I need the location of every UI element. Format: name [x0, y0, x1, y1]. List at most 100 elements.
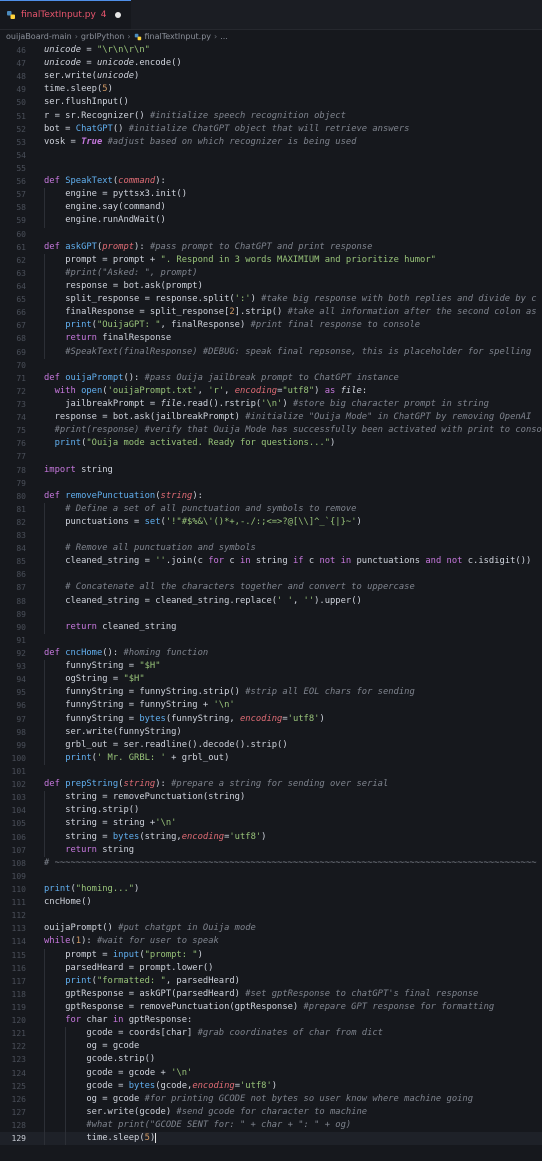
code-line[interactable]: 111 cncHome() — [0, 896, 542, 909]
code-token: ) — [319, 713, 325, 724]
code-line[interactable]: 58 engine.say(command) — [0, 201, 542, 215]
code-line[interactable]: 59 engine.runAndWait() — [0, 214, 542, 228]
code-line[interactable]: 100 print(' Mr. GRBL: ' + grbl_out) — [0, 751, 542, 766]
code-line[interactable]: 88 cleaned_string = cleaned_string.repla… — [0, 594, 542, 608]
code-line[interactable]: 46 unicode = "\r\n\r\n" — [0, 44, 542, 57]
code-line[interactable]: 66 finalResponse = split_response[2].str… — [0, 306, 542, 320]
code-line[interactable]: 122 og = gcode — [0, 1040, 542, 1054]
code-line[interactable]: 109 — [0, 870, 542, 883]
code-line[interactable]: 102 def prepString(string): #prepare a st… — [0, 778, 542, 791]
code-line[interactable]: 55 — [0, 162, 542, 175]
code-line[interactable]: 53 vosk = True #adjust based on which rec… — [0, 136, 542, 149]
code-line[interactable]: 95 funnyString = funnyString.strip() #st… — [0, 686, 542, 700]
line-number: 104 — [11, 806, 26, 816]
code-line[interactable]: 50 ser.flushInput() — [0, 96, 542, 109]
code-line[interactable]: 81 # Define a set of all punctuation and… — [0, 502, 542, 516]
code-line[interactable]: 96 funnyString = funnyString + '\n' — [0, 699, 542, 713]
code-line[interactable]: 105 string = string +'\n' — [0, 817, 542, 831]
code-line[interactable]: 94 ogString = "$H" — [0, 673, 542, 687]
code-line[interactable]: 73 jailbreakPrompt = file.read().rstrip(… — [0, 398, 542, 411]
code-line[interactable]: 63 #print("Asked: ", prompt) — [0, 266, 542, 280]
code-line[interactable]: 119 gptResponse = removePunctuation(gptR… — [0, 1000, 542, 1015]
code-line[interactable]: 87 # Concatenate all the characters toge… — [0, 581, 542, 595]
code-line[interactable]: 77 — [0, 450, 542, 463]
tab-final-text-input[interactable]: finalTextInput.py 4 — [0, 0, 131, 29]
code-line[interactable]: 79 — [0, 477, 542, 490]
code-line[interactable]: 125 gcode = bytes(gcode,encoding='utf8') — [0, 1079, 542, 1093]
code-line[interactable]: 129 time.sleep(5) — [0, 1132, 542, 1146]
code-line[interactable]: 107 return string — [0, 843, 542, 857]
code-line[interactable]: 65 split_response = response.split(':') … — [0, 293, 542, 307]
code-line[interactable]: 74 response = bot.ask(jailbreakPrompt) #… — [0, 411, 542, 424]
code-line[interactable]: 69 #SpeakText(finalResponse) #DEBUG: spe… — [0, 345, 542, 359]
code-line[interactable]: 49 time.sleep(5) — [0, 83, 542, 96]
code-line[interactable]: 104 string.strip() — [0, 804, 542, 818]
code-line[interactable]: 120 for char in gptResponse: — [0, 1014, 542, 1028]
code-line[interactable]: 85 cleaned_string = ''.join(c for c in s… — [0, 555, 542, 569]
code-line[interactable]: 115 prompt = input("prompt: ") — [0, 948, 542, 962]
code-line[interactable]: 48 ser.write(unicode) — [0, 70, 542, 83]
unsaved-dot-icon[interactable] — [114, 12, 121, 18]
code-line[interactable]: 61 def askGPT(prompt): #pass prompt to Ch… — [0, 241, 542, 254]
code-line[interactable]: 116 parsedHeard = prompt.lower() — [0, 961, 542, 975]
code-line[interactable]: 110 print("homing...") — [0, 883, 542, 896]
code-line[interactable]: 99 grbl_out = ser.readline().decode().st… — [0, 738, 542, 752]
indent-guide — [44, 201, 45, 215]
breadcrumb-item-repo[interactable]: ouijaBoard-main — [6, 32, 72, 41]
code-line[interactable]: 47 unicode = unicode.encode() — [0, 57, 542, 70]
code-line[interactable]: 112 — [0, 909, 542, 922]
code-line[interactable]: 78 import string — [0, 464, 542, 477]
code-token: engine = pyttsx3.init() — [65, 189, 187, 200]
code-line[interactable]: 126 og = gcode #for printing GCODE not b… — [0, 1092, 542, 1106]
code-line[interactable]: 114 while(1): #wait for user to speak — [0, 935, 542, 948]
code-line[interactable]: 127 ser.write(gcode) #send gcode for cha… — [0, 1105, 542, 1119]
code-line[interactable]: 60 — [0, 228, 542, 241]
code-line[interactable]: 68 return finalResponse — [0, 332, 542, 346]
breadcrumb-item-symbol[interactable]: ... — [220, 32, 228, 41]
code-line[interactable]: 76 print("Ouija mode activated. Ready fo… — [0, 437, 542, 450]
breadcrumb-item-folder[interactable]: grblPython — [81, 32, 124, 41]
code-line[interactable]: 86 — [0, 568, 542, 582]
code-line[interactable]: 92 def cncHome(): #homing function — [0, 647, 542, 660]
code-line[interactable]: 54 — [0, 149, 542, 162]
code-line[interactable]: 118 gptResponse = askGPT(parsedHeard) #s… — [0, 987, 542, 1001]
code-line[interactable]: 67 print("OuijaGPT: ", finalResponse) #p… — [0, 319, 542, 333]
code-line[interactable]: 64 response = bot.ask(prompt) — [0, 279, 542, 294]
code-line[interactable]: 51 r = sr.Recognizer() #initialize speech… — [0, 110, 542, 123]
code-line[interactable]: 123 gcode.strip() — [0, 1053, 542, 1067]
code-line[interactable]: 93 funnyString = "$H" — [0, 660, 542, 674]
code-line[interactable]: 80 def removePunctuation(string): — [0, 490, 542, 503]
code-line[interactable]: 121 gcode = coords[char] #grab coordinat… — [0, 1027, 542, 1041]
code-line[interactable]: 117 print("formatted: ", parsedHeard) — [0, 974, 542, 988]
code-line[interactable]: 103 string = removePunctuation(string) — [0, 791, 542, 805]
code-line[interactable]: 91 — [0, 634, 542, 647]
code-line[interactable]: 75 #print(response) #verify that Ouija M… — [0, 424, 542, 437]
code-line[interactable]: 56 def SpeakText(command): — [0, 175, 542, 188]
code-token: c — [308, 556, 320, 567]
code-line[interactable]: 71 def ouijaPrompt(): #pass Ouija jailbre… — [0, 372, 542, 385]
code-line[interactable]: 82 punctuations = set('!"#$%&\'()*+,-./:… — [0, 515, 542, 530]
code-line[interactable]: 124 gcode = gcode + '\n' — [0, 1066, 542, 1080]
code-line[interactable]: 90 return cleaned_string — [0, 620, 542, 634]
code-line[interactable]: 57 engine = pyttsx3.init() — [0, 188, 542, 202]
code-line[interactable]: 52 bot = ChatGPT() #initialize ChatGPT ob… — [0, 123, 542, 136]
breadcrumb-item-file[interactable]: finalTextInput.py — [145, 32, 211, 41]
code-line[interactable]: 128 #what print("GCODE SENT for: " + cha… — [0, 1118, 542, 1133]
code-line[interactable]: 98 ser.write(funnyString) — [0, 725, 542, 739]
code-token: time.sleep( — [86, 1133, 145, 1144]
code-line[interactable]: 72 with open('ouijaPrompt.txt', 'r', enc… — [0, 385, 542, 398]
code-line[interactable]: 113 ouijaPrompt() #put chatgpt in Ouija m… — [0, 922, 542, 935]
line-number: 67 — [16, 321, 26, 331]
code-editor[interactable]: 46 unicode = "\r\n\r\n" 47 unicode = unicod… — [0, 44, 542, 1161]
code-line[interactable]: 89 — [0, 607, 542, 621]
code-token: for — [65, 1015, 87, 1026]
line-number: 126 — [11, 1094, 26, 1104]
code-line[interactable]: 83 — [0, 529, 542, 543]
code-line[interactable]: 97 funnyString = bytes(funnyString, enco… — [0, 712, 542, 726]
code-line[interactable]: 101 — [0, 765, 542, 778]
code-line[interactable]: 106 string = bytes(string,encoding='utf8… — [0, 830, 542, 844]
code-line[interactable]: 70 — [0, 359, 542, 372]
code-line[interactable]: 84 # Remove all punctuation and symbols — [0, 542, 542, 556]
code-line[interactable]: 108 # ~~~~~~~~~~~~~~~~~~~~~~~~~~~~~~~~~~~… — [0, 857, 542, 870]
code-line[interactable]: 62 prompt = prompt + ". Respond in 3 wor… — [0, 253, 542, 267]
